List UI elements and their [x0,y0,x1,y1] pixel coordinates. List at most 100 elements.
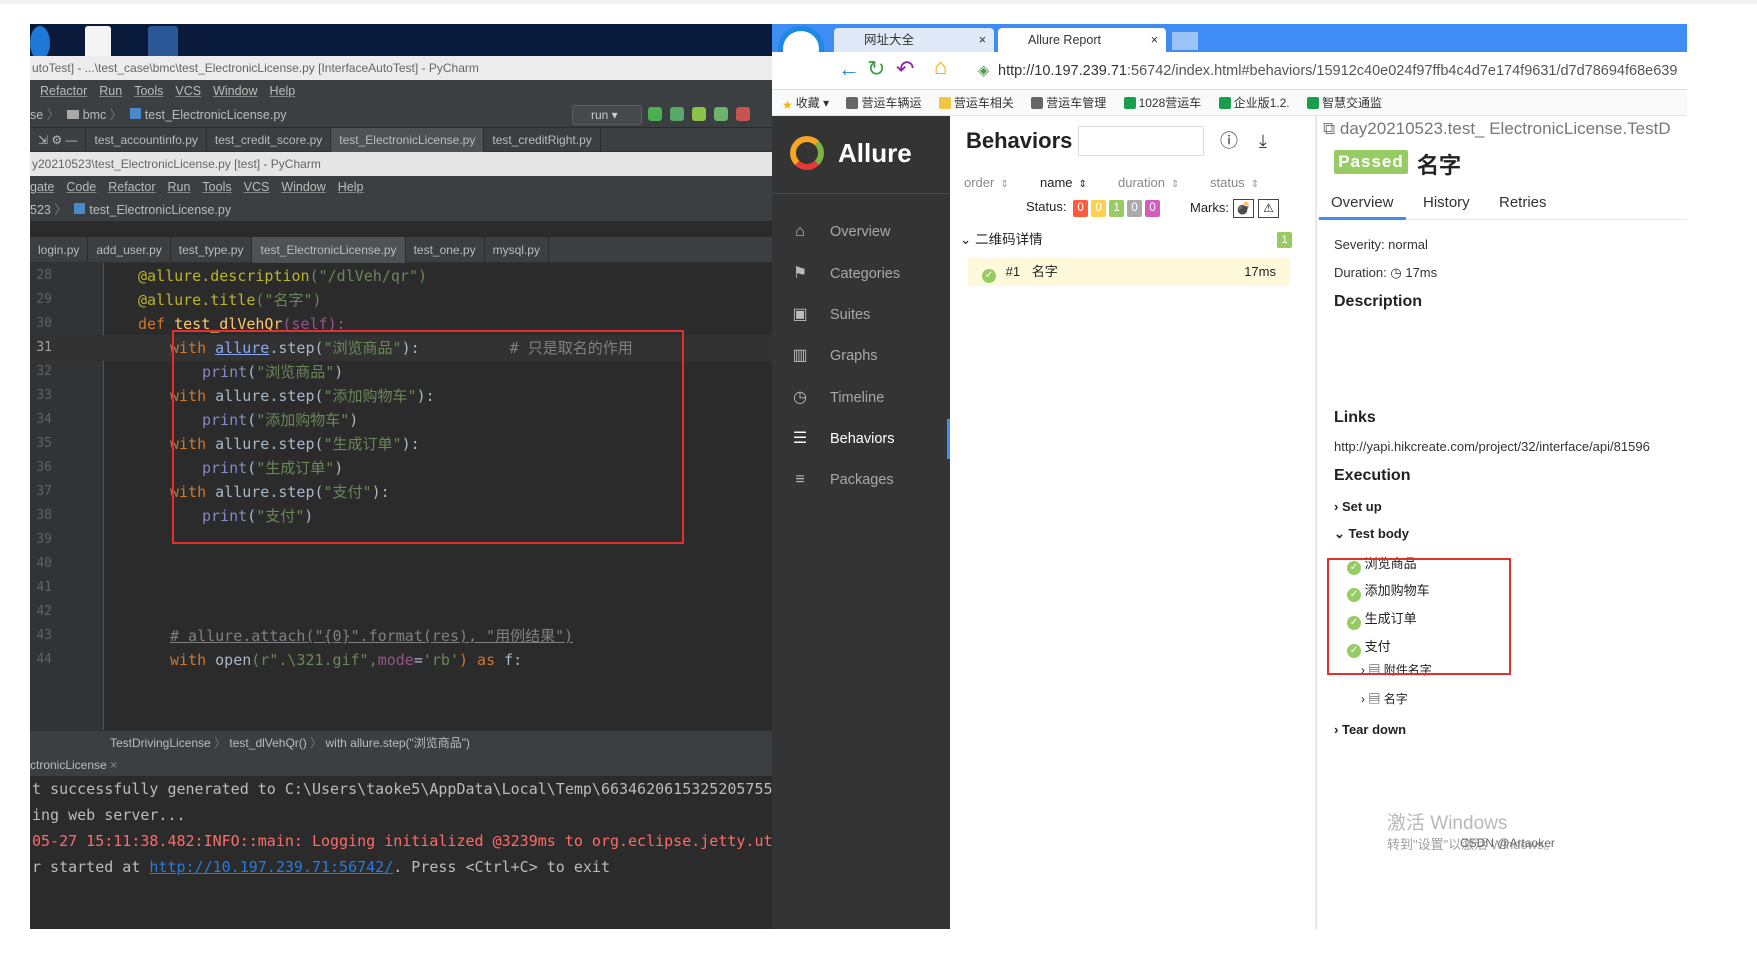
tab-mysql[interactable]: mysql.py [485,237,549,263]
menu-help[interactable]: Help [270,84,296,98]
info-icon[interactable]: ⓘ [1218,130,1240,152]
sidebar-item-timeline[interactable]: ◷ Timeline [772,378,950,418]
browser-tab-2[interactable]: Allure Report × [998,28,1166,52]
copy-icon[interactable]: ⧉ [1323,119,1335,138]
setup-section[interactable]: › Set up [1334,499,1382,514]
download-icon[interactable]: ⤓ [1252,130,1274,152]
sidebar-item-suites[interactable]: ▣ Suites [772,295,950,335]
menu-refactor[interactable]: Refactor [40,84,87,98]
sidebar-item-behaviors[interactable]: ☰ Behaviors [772,419,950,459]
bookmark-item[interactable]: 1028营运车 [1123,90,1201,116]
flaky-icon[interactable]: 💣 [1233,199,1254,218]
new-tab-button[interactable] [1172,32,1198,50]
menu-window[interactable]: Window [213,84,257,98]
bookmark-item[interactable]: 智慧交通监 [1306,90,1382,116]
tab-test-creditright[interactable]: test_creditRight.py [484,128,601,152]
profile-icon[interactable] [714,107,728,121]
failed-count[interactable]: 0 [1073,200,1089,217]
document-icon[interactable] [85,26,111,60]
bookmark-favorites[interactable]: ★ 收藏 ▾ [782,90,829,116]
search-input[interactable] [1078,126,1204,156]
word-icon[interactable] [148,26,178,60]
tab-test-accountinfo[interactable]: test_accountinfo.py [86,128,207,152]
close-icon[interactable]: × [1151,28,1158,52]
run-config-select[interactable]: run ▾ [572,105,642,125]
tab-test-electroniclicense-1[interactable]: test_ElectronicLicense.py [331,128,485,154]
menu-help-2[interactable]: Help [338,180,364,194]
run-tool-tab[interactable]: ctronicLicense × [30,754,802,776]
code-token: mode [377,651,414,669]
tab-test-type[interactable]: test_type.py [171,237,253,263]
menu-code[interactable]: Code [66,180,96,194]
links-heading: Links [1334,409,1376,426]
behavior-group[interactable]: ⌄ 二维码详情 1 [960,229,1300,251]
close-icon[interactable]: × [110,758,117,772]
teardown-section[interactable]: › Tear down [1334,722,1406,737]
sidebar-item-overview[interactable]: ⌂ Overview [772,212,950,252]
sort-order[interactable]: order ⇕ [964,175,1009,190]
coverage-icon[interactable] [692,107,706,121]
passed-count[interactable]: 1 [1109,200,1125,217]
nav-seg[interactable]: se [30,108,43,122]
breadcrumb-method[interactable]: test_dlVehQr() [229,736,306,750]
broken-count[interactable]: 0 [1091,200,1107,217]
debug-icon[interactable] [670,107,684,121]
attachment-item[interactable]: › ▤ 名字 [1361,690,1408,707]
sidebar-item-graphs[interactable]: ▥ Graphs [772,336,950,376]
url-field[interactable]: ◈ http://10.197.239.71:56742/index.html#b… [978,58,1687,84]
ie-icon[interactable] [30,26,50,60]
menu-window-2[interactable]: Window [281,180,325,194]
sort-name[interactable]: name ⇕ [1040,175,1087,190]
menubar-2: gate Code Refactor Run Tools VCS Window Help [30,176,802,198]
menu-vcs[interactable]: VCS [175,84,201,98]
breadcrumb-class[interactable]: TestDrivingLicense [110,736,211,750]
code-token: f: [495,651,523,669]
bookmark-item[interactable]: 营运车辆运 [846,90,922,116]
stop-icon[interactable] [736,107,750,121]
test-case-row[interactable]: ✓ #1 名字 17ms [968,258,1290,286]
sidebar-item-categories[interactable]: ⚑ Categories [772,254,950,294]
sidebar-item-packages[interactable]: ≡ Packages [772,460,950,500]
csdn-watermark: CSDN @Artaoker [1460,836,1555,850]
menu-vcs-2[interactable]: VCS [244,180,270,194]
menu-tools-2[interactable]: Tools [202,180,231,194]
rerun-icon[interactable] [648,107,662,121]
skipped-count[interactable]: 0 [1127,200,1143,217]
nav-folder-bmc[interactable]: bmc [83,108,107,122]
tab-test-one[interactable]: test_one.py [406,237,485,263]
nav-file-2[interactable]: test_ElectronicLicense.py [89,203,231,217]
tab-login[interactable]: login.py [30,237,89,263]
warning-icon[interactable]: ⚠ [1258,199,1279,218]
menu-tools[interactable]: Tools [134,84,163,98]
home-icon[interactable]: ⌂ [934,54,947,80]
tab-add-user[interactable]: add_user.py [88,237,171,263]
server-link[interactable]: http://10.197.239.71:56742/ [149,858,393,876]
menu-refactor-2[interactable]: Refactor [108,180,155,194]
nav-file[interactable]: test_ElectronicLicense.py [145,108,287,122]
close-icon[interactable]: × [979,28,986,52]
sort-status[interactable]: status ⇕ [1210,175,1259,190]
menu-navigate[interactable]: gate [30,180,54,194]
menu-run[interactable]: Run [99,84,122,98]
undo-icon[interactable]: ↶ [896,56,914,82]
unknown-count[interactable]: 0 [1145,200,1161,217]
browser-tab-1[interactable]: 网址大全 × [834,28,994,52]
breadcrumb-block[interactable]: with allure.step("浏览商品") [326,736,471,750]
bookmark-item[interactable]: 企业版1.2. [1218,90,1290,116]
sort-duration[interactable]: duration ⇕ [1118,175,1179,190]
tab-history[interactable]: History [1411,186,1482,220]
tab-test-credit-score[interactable]: test_credit_score.py [207,128,332,152]
tab-overview[interactable]: Overview [1319,186,1406,220]
refresh-icon[interactable]: ↻ [867,56,885,82]
issue-link[interactable]: http://yapi.hikcreate.com/project/32/int… [1334,439,1650,454]
briefcase-icon: ▣ [792,306,808,323]
bookmark-item[interactable]: 营运车相关 [938,90,1014,116]
bookmark-item[interactable]: 营运车管理 [1031,90,1106,116]
back-icon[interactable]: ← [838,56,860,82]
test-body-section[interactable]: ⌄ Test body [1334,526,1409,542]
browser-tab-strip: 网址大全 × Allure Report × [772,24,1687,72]
menu-run-2[interactable]: Run [167,180,190,194]
nav-seg-2[interactable]: 523 [30,203,51,217]
tab-test-electroniclicense-2[interactable]: test_ElectronicLicense.py [252,237,406,265]
tab-retries[interactable]: Retries [1487,186,1559,220]
